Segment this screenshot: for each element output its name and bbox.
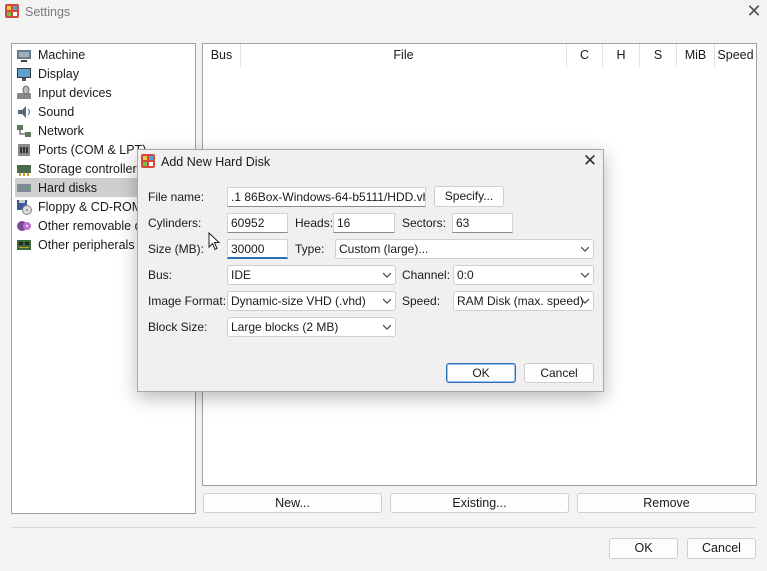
channel-dropdown[interactable]: 0:0 (453, 265, 594, 285)
sidebar-item-label: Display (38, 66, 79, 81)
sidebar-item-label: Sound (38, 104, 75, 119)
hard-disk-icon (17, 183, 31, 192)
dialog-cancel-button[interactable]: Cancel (524, 363, 594, 383)
block-size-dropdown-value: Large blocks (2 MB) (231, 320, 339, 334)
existing-disk-button[interactable]: Existing... (390, 493, 569, 513)
column-header-cylinders[interactable]: C (567, 44, 603, 67)
channel-dropdown-value: 0:0 (457, 268, 474, 282)
image-format-dropdown-value: Dynamic-size VHD (.vhd) (231, 294, 366, 308)
file-name-label: File name: (148, 190, 205, 204)
bus-dropdown-value: IDE (231, 268, 252, 282)
storage-controllers-icon (17, 164, 31, 176)
sectors-label: Sectors: (402, 216, 447, 230)
column-header-mib[interactable]: MiB (677, 44, 715, 67)
column-header-bus[interactable]: Bus (203, 44, 241, 67)
dialog-ok-button[interactable]: OK (446, 363, 516, 383)
bus-dropdown[interactable]: IDE (227, 265, 396, 285)
ports-icon (18, 143, 30, 156)
dialog-title: Add New Hard Disk (161, 155, 271, 169)
sidebar-item-label: Input devices (38, 85, 112, 100)
column-header-heads[interactable]: H (603, 44, 640, 67)
mouse-pointer-icon (208, 232, 221, 251)
remove-disk-button[interactable]: Remove (577, 493, 756, 513)
block-size-label: Block Size: (148, 320, 208, 334)
network-icon (17, 124, 31, 137)
type-dropdown-value: Custom (large)... (339, 242, 429, 256)
title-bar: Settings ✕ (0, 0, 767, 24)
type-dropdown[interactable]: Custom (large)... (335, 239, 594, 259)
speed-label: Speed: (402, 294, 441, 308)
type-label: Type: (295, 242, 325, 256)
add-new-hard-disk-dialog[interactable]: Add New Hard Disk ✕ File name: .1 86Box-… (137, 149, 604, 392)
floppy-cdrom-icon (17, 199, 32, 215)
file-name-field[interactable]: .1 86Box-Windows-64-b5111/HDD.vhd (227, 187, 426, 207)
cylinders-label: Cylinders: (148, 216, 202, 230)
heads-label: Heads: (295, 216, 334, 230)
chevron-down-icon (383, 272, 391, 278)
image-format-dropdown[interactable]: Dynamic-size VHD (.vhd) (227, 291, 396, 311)
cylinders-field[interactable]: 60952 (227, 213, 288, 233)
chevron-down-icon (581, 272, 589, 278)
bus-label: Bus: (148, 268, 173, 282)
new-disk-button[interactable]: New... (203, 493, 382, 513)
removable-devices-icon (17, 220, 31, 231)
sidebar-item-machine[interactable]: Machine (15, 45, 195, 64)
speed-dropdown[interactable]: RAM Disk (max. speed) (453, 291, 594, 311)
channel-label: Channel: (402, 268, 451, 282)
86box-app-icon (141, 154, 155, 168)
image-format-label: Image Format: (148, 294, 227, 308)
sidebar-item-label: Other peripherals (38, 237, 135, 252)
sidebar-item-input-devices[interactable]: Input devices (15, 83, 195, 102)
sound-icon (18, 105, 30, 118)
chevron-down-icon (581, 246, 589, 252)
sidebar-item-sound[interactable]: Sound (15, 102, 195, 121)
dialog-close-button[interactable]: ✕ (580, 151, 600, 171)
column-header-speed[interactable]: Speed (715, 44, 756, 67)
footer-separator (11, 527, 756, 528)
size-field[interactable]: 30000 (227, 239, 288, 259)
86box-app-icon (5, 4, 19, 18)
column-header-sectors[interactable]: S (640, 44, 677, 67)
display-icon (17, 67, 31, 81)
sidebar-item-label: Ports (COM & LPT) (38, 142, 147, 157)
chevron-down-icon (383, 324, 391, 330)
block-size-dropdown[interactable]: Large blocks (2 MB) (227, 317, 396, 337)
input-devices-icon (17, 85, 31, 99)
peripherals-icon (17, 239, 31, 250)
sidebar-item-network[interactable]: Network (15, 121, 195, 140)
cancel-button[interactable]: Cancel (687, 538, 756, 559)
sidebar-item-label: Storage controllers (38, 161, 143, 176)
sectors-field[interactable]: 63 (452, 213, 513, 233)
sidebar-item-display[interactable]: Display (15, 64, 195, 83)
window-close-button[interactable]: ✕ (744, 1, 764, 21)
column-header-file[interactable]: File (241, 44, 567, 67)
window-title: Settings (25, 5, 71, 19)
machine-icon (17, 49, 31, 62)
ok-button[interactable]: OK (609, 538, 678, 559)
chevron-down-icon (383, 298, 391, 304)
sidebar-item-label: Hard disks (38, 180, 98, 195)
heads-field[interactable]: 16 (333, 213, 395, 233)
sidebar-item-label: Machine (38, 47, 86, 62)
chevron-down-icon (581, 298, 589, 304)
sidebar-item-label: Network (38, 123, 84, 138)
specify-button[interactable]: Specify... (434, 186, 504, 207)
speed-dropdown-value: RAM Disk (max. speed) (457, 294, 584, 308)
size-label: Size (MB): (148, 242, 205, 256)
